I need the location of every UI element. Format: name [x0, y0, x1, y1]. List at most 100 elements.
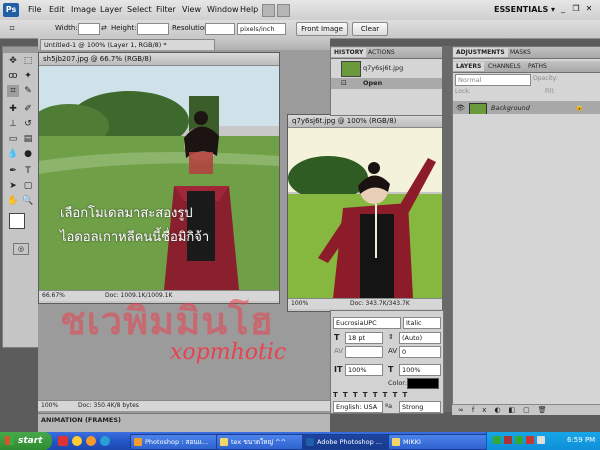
antialias-select[interactable]: Strong	[399, 401, 441, 413]
lasso-tool-icon[interactable]: ꝏ	[7, 70, 19, 82]
menu-select[interactable]: Select	[127, 5, 152, 14]
menu-layer[interactable]: Layer	[100, 5, 122, 14]
faux-style-buttons[interactable]: TTTTTTTT	[333, 391, 437, 401]
task-mikki-folder[interactable]: MIKKI	[388, 434, 488, 450]
window-2-zoom[interactable]: 100%	[291, 299, 308, 309]
front-image-button[interactable]: Front Image	[296, 22, 348, 36]
window-2-doc-size: Doc: 343.7K/343.7K	[350, 300, 410, 307]
horizontal-scale-field[interactable]: 100%	[399, 364, 441, 376]
layer-name: Background	[491, 104, 530, 112]
width-field[interactable]	[78, 23, 100, 35]
actions-tab[interactable]: ACTIONS	[365, 48, 398, 57]
masks-tab[interactable]: MASKS	[507, 48, 534, 57]
eyedropper-tool-icon[interactable]: ✎	[22, 85, 34, 97]
history-step-row[interactable]: ⊡ Open	[331, 78, 443, 89]
vertical-scale-field[interactable]: 100%	[345, 364, 383, 376]
font-family-select[interactable]: EucrosiaUPC	[333, 317, 401, 329]
marquee-tool-icon[interactable]: ⬚	[22, 55, 34, 67]
ie-icon[interactable]	[100, 436, 110, 446]
tracking-select[interactable]: 0	[399, 346, 441, 358]
menu-file[interactable]: File	[28, 5, 41, 14]
pen-tool-icon[interactable]: ✒	[7, 165, 19, 177]
menu-filter[interactable]: Filter	[156, 5, 176, 14]
gradient-tool-icon[interactable]: ▤	[22, 133, 34, 145]
font-style-select[interactable]: Italic	[403, 317, 441, 329]
dodge-tool-icon[interactable]: ●	[22, 148, 34, 160]
task-tex-folder[interactable]: tex ขนาดใหญ่ ^^	[216, 434, 316, 450]
animation-panel-tab[interactable]: ANIMATION (FRAMES)	[41, 416, 121, 424]
document-window-1-title[interactable]: sh5jb207.jpg @ 66.7% (RGB/8)	[39, 53, 279, 66]
eraser-tool-icon[interactable]: ▭	[7, 133, 19, 145]
healing-brush-tool-icon[interactable]: ✚	[7, 103, 19, 115]
mini-bridge-icon[interactable]	[277, 4, 290, 17]
move-tool-icon[interactable]: ✥	[7, 55, 19, 67]
volume-icon[interactable]	[537, 436, 545, 444]
shape-tool-icon[interactable]: ▢	[22, 180, 34, 192]
close-icon[interactable]: ✕	[584, 4, 594, 14]
quicklaunch-icon-2[interactable]	[72, 436, 82, 446]
resolution-field[interactable]	[205, 23, 235, 35]
clear-button[interactable]: Clear	[352, 22, 388, 36]
quick-mask-icon[interactable]: ◎	[13, 243, 29, 255]
watermark-latin: xopmhotic	[170, 340, 287, 365]
foreground-color-swatch[interactable]	[9, 213, 25, 229]
tools-panel: ✥ ⬚ ꝏ ✦ ⌗ ✎ ✚ ✐ ⊥ ↺ ▭ ▤ 💧 ● ✒ T ➤ ▢ ✋ 🔍 …	[2, 46, 40, 348]
snapshot-thumbnail[interactable]	[341, 61, 361, 77]
menu-edit[interactable]: Edit	[49, 5, 65, 14]
height-field[interactable]	[137, 23, 169, 35]
crop-tool-icon-panel[interactable]: ⌗	[7, 85, 19, 97]
resolution-unit-select[interactable]: pixels/inch	[237, 23, 286, 35]
magic-wand-tool-icon[interactable]: ✦	[22, 70, 34, 82]
menu-help[interactable]: Help	[240, 5, 258, 14]
history-brush-tool-icon[interactable]: ↺	[22, 118, 34, 130]
type-tool-icon[interactable]: T	[22, 165, 34, 177]
layers-footer-icons[interactable]: ∞fx◐◧▢🗑	[452, 404, 600, 415]
overlay-text-line-1: เลือกโมเดลมาสะสองรูป	[60, 206, 193, 221]
tools-panel-grip[interactable]	[3, 47, 39, 53]
text-color-swatch[interactable]	[407, 378, 439, 389]
font-size-select[interactable]: 18 pt	[345, 332, 383, 344]
clock[interactable]: 6:59 PM	[567, 436, 595, 444]
bridge-icon[interactable]	[262, 4, 275, 17]
menu-view[interactable]: View	[182, 5, 201, 14]
start-button[interactable]: start	[0, 432, 52, 450]
firefox-icon[interactable]	[86, 436, 96, 446]
paths-tab[interactable]: PATHS	[525, 62, 550, 71]
crop-tool-icon[interactable]: ⌗	[6, 23, 18, 35]
blend-mode-select[interactable]: Normal	[455, 74, 531, 86]
task-adobe-photoshop[interactable]: Adobe Photoshop ...	[302, 434, 402, 450]
zoom-tool-icon[interactable]: 🔍	[22, 195, 34, 207]
adjustments-tab[interactable]: ADJUSTMENTS	[453, 48, 508, 57]
history-panel-header: HISTORY ACTIONS	[331, 47, 443, 59]
adjustments-panel: ADJUSTMENTS MASKS LAYERS CHANNELS PATHS …	[452, 46, 600, 116]
tray-icon-3[interactable]	[515, 436, 523, 444]
quicklaunch-icon-1[interactable]	[58, 436, 68, 446]
blur-tool-icon[interactable]: 💧	[7, 148, 19, 160]
snapshot-name[interactable]: q7y6sj6t.jpg	[363, 64, 403, 72]
history-step-label: Open	[363, 79, 383, 87]
tray-icon-2[interactable]	[504, 436, 512, 444]
workspace-switcher[interactable]: ESSENTIALS ▾	[494, 5, 555, 14]
clone-stamp-tool-icon[interactable]: ⊥	[7, 118, 19, 130]
brush-tool-icon[interactable]: ✐	[22, 103, 34, 115]
tray-icon-1[interactable]	[493, 436, 501, 444]
task-photoshop-tutorial[interactable]: Photoshop : สอนแ...	[130, 434, 230, 450]
channels-tab[interactable]: CHANNELS	[485, 62, 524, 71]
path-selection-tool-icon[interactable]: ➤	[7, 180, 19, 192]
menu-window[interactable]: Window	[207, 5, 239, 14]
leading-select[interactable]: (Auto)	[399, 332, 441, 344]
minimize-icon[interactable]: _	[558, 4, 568, 14]
main-zoom-readout[interactable]: 100%	[41, 401, 58, 411]
tray-icon-4[interactable]	[526, 436, 534, 444]
restore-icon[interactable]: ❐	[571, 4, 581, 14]
layer-row-background[interactable]: 👁 Background 🔒	[453, 101, 600, 115]
history-tab[interactable]: HISTORY	[331, 48, 367, 57]
kerning-select[interactable]	[345, 346, 383, 358]
swap-icon[interactable]: ⇄	[101, 25, 107, 32]
layers-tab[interactable]: LAYERS	[453, 62, 485, 71]
menu-image[interactable]: Image	[71, 5, 96, 14]
photo-1	[39, 66, 279, 290]
language-select[interactable]: English: USA	[333, 401, 383, 413]
hand-tool-icon[interactable]: ✋	[7, 195, 19, 207]
layer-visibility-eye-icon[interactable]: 👁	[456, 104, 465, 112]
